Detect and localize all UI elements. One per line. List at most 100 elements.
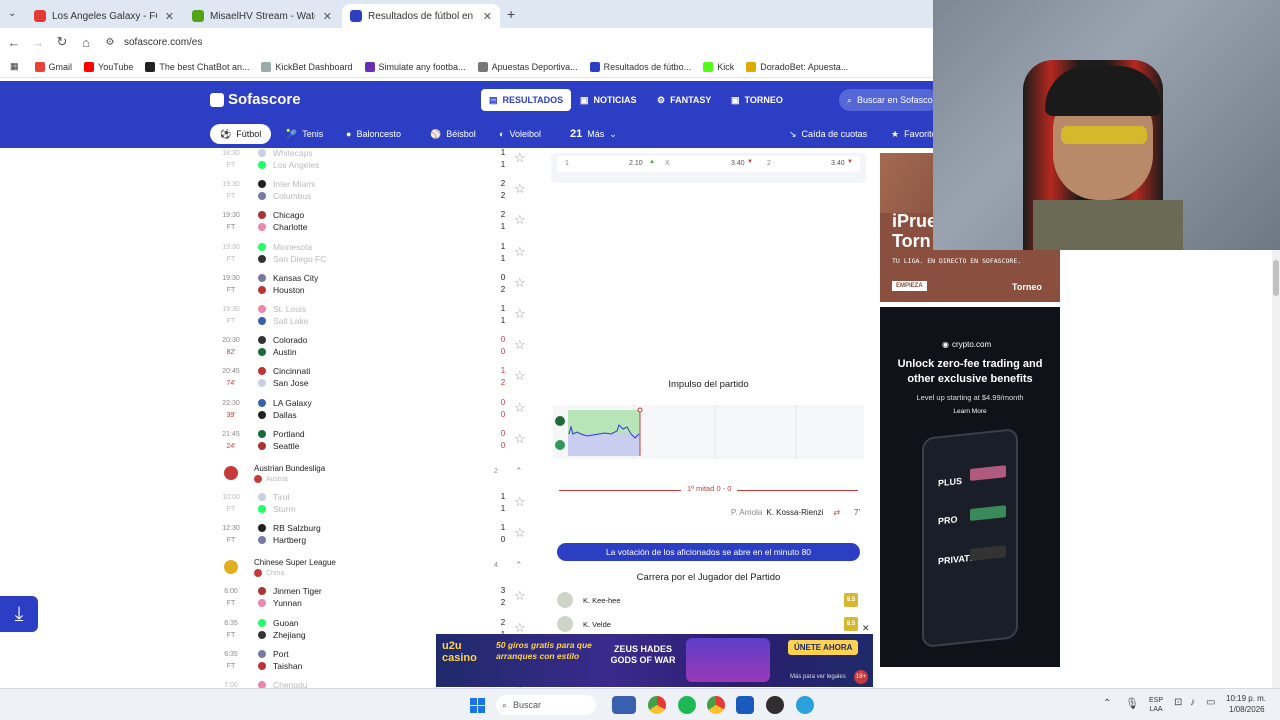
favorite-star-icon[interactable]: ☆	[514, 494, 526, 510]
odds-row[interactable]: 1 2.10 ▲ X 3.40 ▼ 2 3.40 ▼	[557, 156, 860, 172]
url-field[interactable]: sofascore.com/es	[124, 37, 202, 48]
match-row[interactable]: 18:30 FT Whitecaps Los Angeles 1 1 ☆	[210, 148, 540, 175]
favorite-star-icon[interactable]: ☆	[514, 400, 526, 416]
clock-time[interactable]: 10:19 p. m.	[1226, 694, 1266, 703]
match-row[interactable]: 22:30 39' LA Galaxy Dallas 0 0 ☆	[210, 394, 540, 425]
casino-cta-button[interactable]: ÚNETE AHORA	[788, 640, 859, 655]
crypto-cta[interactable]: Learn More	[894, 408, 1046, 415]
bookmark-youtube[interactable]: YouTube	[84, 61, 133, 72]
favorite-star-icon[interactable]: ☆	[514, 368, 526, 384]
home-icon[interactable]: ⌂	[76, 35, 96, 50]
close-icon[interactable]: ✕	[165, 10, 174, 23]
casino-ad[interactable]: u2u casino 50 giros gratis para que arra…	[436, 634, 873, 687]
match-row[interactable]: 19:30 FT Chicago Charlotte 2 1 ☆	[210, 206, 540, 237]
tab-sofascore-results[interactable]: Resultados de fútbol en directo ✕	[342, 4, 500, 28]
nav-torneo[interactable]: ▣ TORNEO	[723, 89, 791, 111]
sport-more[interactable]: 21 Más ⌄	[560, 124, 627, 144]
back-icon[interactable]: ←	[4, 35, 24, 50]
game-app-icon[interactable]	[612, 696, 636, 714]
tab-galaxy-dallas[interactable]: Los Angeles Galaxy - FC Dallas ✕	[26, 4, 182, 28]
tab-list-dropdown-icon[interactable]: ⌄	[8, 8, 16, 19]
scrollbar-thumb[interactable]	[1273, 260, 1279, 296]
taskbar-search[interactable]: ⌕ Buscar	[496, 695, 596, 715]
tab-misaelhv-stream[interactable]: MisaelHV Stream - Watch Live ✕	[184, 4, 340, 28]
match-row[interactable]: 6:00 FT Jinmen Tiger Yunnan 3 2 ☆	[210, 582, 540, 613]
favorite-star-icon[interactable]: ☆	[514, 306, 526, 322]
bookmark-resultados[interactable]: Resultados de fútbo...	[589, 61, 691, 72]
sport-baloncesto[interactable]: ● Baloncesto	[336, 124, 411, 144]
spotify-icon[interactable]	[678, 696, 696, 714]
chrome-active-icon[interactable]	[707, 696, 725, 714]
language-indicator[interactable]: ESP LAA	[1146, 696, 1166, 714]
scrollbar[interactable]	[1272, 250, 1280, 688]
favorite-star-icon[interactable]: ☆	[514, 588, 526, 604]
favorite-star-icon[interactable]: ☆	[514, 244, 526, 260]
favorite-star-icon[interactable]: ☆	[514, 181, 526, 197]
apps-icon[interactable]: ▦	[10, 61, 19, 72]
favorite-star-icon[interactable]: ☆	[514, 150, 526, 166]
new-tab-button[interactable]: +	[507, 6, 515, 22]
nav-resultados[interactable]: ▤ RESULTADOS	[481, 89, 572, 111]
nav-fantasy[interactable]: ⚙ FANTASY	[649, 89, 719, 111]
odds-2-value[interactable]: 3.40	[831, 160, 845, 167]
match-row[interactable]: 10:00 FT Tirol Sturm 1 1 ☆	[210, 488, 540, 519]
word-icon[interactable]	[736, 696, 754, 714]
bookmark-chatbot[interactable]: The best ChatBot an...	[145, 61, 249, 72]
sport-tenis[interactable]: 🎾 Tenis	[276, 124, 333, 144]
bookmark-simulate[interactable]: Simulate any footba...	[364, 61, 466, 72]
obs-icon[interactable]	[766, 696, 784, 714]
favorite-star-icon[interactable]: ☆	[514, 275, 526, 291]
match-row[interactable]: 12:30 FT RB Salzburg Hartberg 1 0 ☆	[210, 519, 540, 550]
match-row[interactable]: 19:30 FT Minnesota San Diego FC 1 1 ☆	[210, 238, 540, 269]
ad-cta-button[interactable]: EMPIEZA	[892, 281, 927, 291]
match-row[interactable]: 19:30 FT Inter Miami Columbus 2 2 ☆	[210, 175, 540, 206]
bookmark-kickbet[interactable]: KickBet Dashboard	[261, 61, 353, 72]
clock-date[interactable]: 1/08/2026	[1229, 705, 1265, 714]
match-row[interactable]: 20:30 82' Colorado Austin 0 0 ☆	[210, 331, 540, 362]
favorite-star-icon[interactable]: ☆	[514, 337, 526, 353]
bookmark-doradobet[interactable]: DoradoBet: Apuesta...	[746, 61, 848, 72]
bookmark-apuestas[interactable]: Apuestas Deportiva...	[477, 61, 578, 72]
forward-icon[interactable]: →	[28, 35, 48, 50]
chevron-up-icon[interactable]: ⌃	[515, 560, 523, 571]
match-row[interactable]: 19:30 FT St. Louis Salt Lake 1 1 ☆	[210, 300, 540, 331]
mic-icon[interactable]: 🎙	[1125, 697, 1139, 710]
bookmark-kick[interactable]: Kick	[703, 61, 734, 72]
match-row[interactable]: 19:30 FT Kansas City Houston 0 2 ☆	[210, 269, 540, 300]
windows-start-icon[interactable]	[470, 698, 485, 713]
chevron-up-icon[interactable]: ⌃	[515, 466, 523, 477]
chevron-up-icon[interactable]: ⌃	[1103, 698, 1111, 709]
download-button[interactable]: ⤓	[0, 596, 38, 632]
telegram-icon[interactable]	[796, 696, 814, 714]
reload-icon[interactable]: ↻	[52, 34, 72, 50]
network-icon[interactable]: ⊡	[1174, 697, 1182, 708]
search-button[interactable]: ⌕ Buscar en Sofascore	[839, 89, 939, 111]
match-row[interactable]: 21:45 24' Portland Seattle 0 0 ☆	[210, 425, 540, 456]
close-icon[interactable]: ✕	[483, 10, 492, 23]
ad-close-icon[interactable]: ✕	[862, 623, 870, 634]
match-row[interactable]: 20:45 74' Cincinnati San Jose 1 2 ☆	[210, 362, 540, 393]
caida-de-cuotas[interactable]: ↘ Caída de cuotas	[779, 124, 877, 144]
nav-noticias[interactable]: ▣ NOTICIAS	[572, 89, 645, 111]
favorite-star-icon[interactable]: ☆	[514, 212, 526, 228]
battery-icon[interactable]: ▭	[1206, 697, 1215, 708]
odds-x-value[interactable]: 3.40	[731, 160, 745, 167]
league-header[interactable]: Austrian Bundesliga Austria 2 ⌃	[210, 459, 540, 489]
sport-futbol[interactable]: ⚽ Fútbol	[210, 124, 272, 144]
sofascore-logo[interactable]: Sofascore	[210, 91, 301, 108]
player-row[interactable]: K. Velde 8.5	[557, 614, 860, 634]
favorite-star-icon[interactable]: ☆	[514, 431, 526, 447]
volume-icon[interactable]: ♪	[1190, 697, 1195, 708]
close-icon[interactable]: ✕	[323, 10, 332, 23]
crypto-ad[interactable]: ◉ crypto.com Unlock zero-fee trading and …	[880, 307, 1060, 667]
site-info-icon[interactable]: ⚙	[100, 37, 120, 48]
favorite-star-icon[interactable]: ☆	[514, 525, 526, 541]
odds-1-value[interactable]: 2.10	[629, 160, 643, 167]
bookmark-gmail[interactable]: Gmail	[34, 61, 72, 72]
sport-voleibol[interactable]: ◐ Voleibol	[489, 124, 551, 144]
player-row[interactable]: K. Kee-hee 8.5	[557, 590, 860, 610]
league-header[interactable]: Chinese Super League China 4 ⌃	[210, 553, 540, 583]
momentum-graph[interactable]	[553, 405, 864, 459]
sport-beisbol[interactable]: ⚾ Béisbol	[420, 124, 486, 144]
chrome-icon[interactable]	[648, 696, 666, 714]
